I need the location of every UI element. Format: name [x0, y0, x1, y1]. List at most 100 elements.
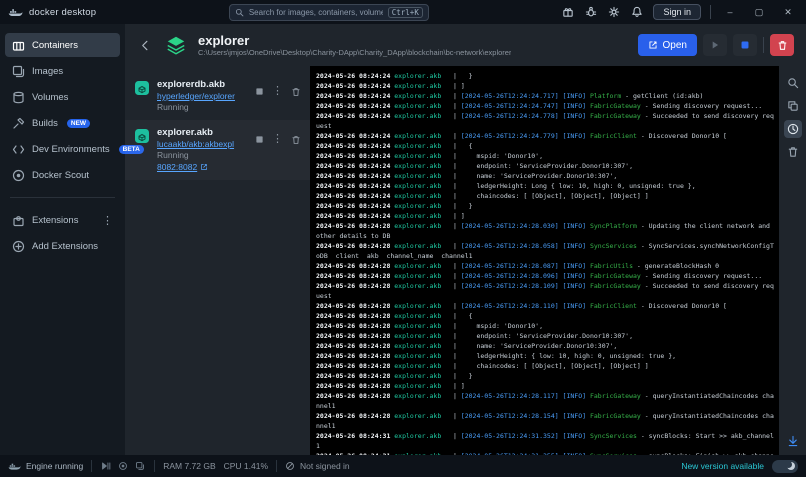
- not-signed-in-status[interactable]: Not signed in: [285, 461, 350, 471]
- images-icon: [12, 65, 25, 78]
- back-button[interactable]: [137, 37, 154, 54]
- kebab-menu-button[interactable]: ⋮: [272, 135, 283, 144]
- sidebar-item-label: Volumes: [32, 92, 68, 103]
- log-line: 2024-05-26 08:24:24 explorer.akb | ]: [316, 211, 776, 221]
- gear-icon[interactable]: [607, 5, 621, 19]
- bug-icon[interactable]: [584, 5, 598, 19]
- delete-button[interactable]: [770, 34, 794, 56]
- container-card-explorerdb[interactable]: explorerdb.akb hyperledger/explorer Runn…: [125, 72, 310, 120]
- builds-icon: [12, 117, 25, 130]
- kebab-menu-button[interactable]: ⋮: [272, 87, 283, 96]
- extensions-kebab-icon[interactable]: ⋮: [102, 214, 113, 227]
- scout-radar-icon: [12, 169, 25, 182]
- delete-container-button[interactable]: [291, 135, 301, 145]
- trash-icon: [777, 40, 788, 51]
- docker-logo: docker desktop: [8, 7, 96, 18]
- image-link[interactable]: lucaakb/akb:akbexpl: [157, 139, 234, 150]
- sidebar-item-containers[interactable]: Containers: [5, 33, 120, 57]
- log-line: 2024-05-26 08:24:24 explorer.akb | {: [316, 141, 776, 151]
- actions-divider: [763, 37, 764, 53]
- log-copy-button[interactable]: [784, 97, 802, 115]
- sidebar-item-docker-scout[interactable]: Docker Scout: [5, 163, 120, 187]
- layers-icon: [163, 32, 189, 58]
- titlebar: docker desktop Ctrl+K Sign in – ▢ ✕: [0, 0, 806, 24]
- sidebar-item-label: Containers: [32, 40, 78, 51]
- log-clear-button[interactable]: [784, 143, 802, 161]
- stop-icon: [255, 135, 264, 144]
- trash-icon: [291, 87, 301, 97]
- maximize-button[interactable]: ▢: [749, 7, 769, 18]
- stop-icon: [255, 87, 264, 96]
- log-line: 2024-05-26 08:24:24 explorer.akb | endpo…: [316, 161, 776, 171]
- sidebar-item-volumes[interactable]: Volumes: [5, 85, 120, 109]
- bell-icon[interactable]: [630, 5, 644, 19]
- sidebar-item-images[interactable]: Images: [5, 59, 120, 83]
- log-line: 2024-05-26 08:24:28 explorer.akb | [2024…: [316, 221, 776, 241]
- search-shortcut: Ctrl+K: [388, 7, 423, 18]
- statusbar-divider: [276, 460, 277, 472]
- log-line: 2024-05-26 08:24:24 explorer.akb | mspid…: [316, 151, 776, 161]
- statusbar-divider: [91, 460, 92, 472]
- sidebar-divider: [10, 197, 115, 198]
- search-icon: [235, 8, 244, 17]
- delete-container-button[interactable]: [291, 87, 301, 97]
- external-link-icon: [648, 40, 658, 50]
- stop-button[interactable]: [733, 34, 757, 56]
- project-path: C:\Users\jmjos\OneDrive\Desktop\Charity-…: [198, 48, 511, 57]
- log-search-button[interactable]: [784, 74, 802, 92]
- sidebar-item-builds[interactable]: Builds NEW: [5, 111, 120, 135]
- trash-icon: [787, 146, 799, 158]
- sidebar-item-add-extensions[interactable]: Add Extensions: [5, 234, 120, 258]
- moon-icon: [787, 462, 795, 470]
- gift-icon[interactable]: [561, 5, 575, 19]
- update-available-link[interactable]: New version available: [681, 461, 764, 471]
- log-line: 2024-05-26 08:24:28 explorer.akb | ledge…: [316, 351, 776, 361]
- stop-container-button[interactable]: [255, 87, 264, 96]
- log-line: 2024-05-26 08:24:24 explorer.akb | ledge…: [316, 181, 776, 191]
- port-link[interactable]: 8082:8082: [157, 161, 248, 173]
- slash-circle-icon: [285, 461, 295, 471]
- image-link[interactable]: hyperledger/explorer: [157, 91, 235, 102]
- log-line: 2024-05-26 08:24:24 explorer.akb | }: [316, 71, 776, 81]
- sidebar: Containers Images Volumes Builds NEW Dev…: [0, 24, 125, 455]
- theme-toggle[interactable]: [772, 460, 798, 473]
- scroll-to-bottom-button[interactable]: [787, 435, 799, 447]
- play-pause-icon[interactable]: [100, 461, 112, 471]
- log-line: 2024-05-26 08:24:24 explorer.akb | [2024…: [316, 101, 776, 111]
- trash-icon: [291, 135, 301, 145]
- stack-icon[interactable]: [134, 461, 146, 471]
- container-name: explorer.akb: [157, 127, 248, 139]
- search-input[interactable]: [249, 8, 383, 17]
- log-line: 2024-05-26 08:24:24 explorer.akb | [2024…: [316, 131, 776, 141]
- arrow-down-icon: [787, 435, 799, 447]
- stop-icon: [740, 40, 750, 50]
- whale-icon: [8, 7, 23, 18]
- container-list: explorerdb.akb hyperledger/explorer Runn…: [125, 66, 310, 455]
- log-line: 2024-05-26 08:24:28 explorer.akb | [2024…: [316, 411, 776, 431]
- search-bar[interactable]: Ctrl+K: [229, 4, 429, 21]
- stop-container-button[interactable]: [255, 135, 264, 144]
- play-icon: [710, 40, 720, 50]
- log-line: 2024-05-26 08:24:28 explorer.akb | [2024…: [316, 281, 776, 301]
- log-line: 2024-05-26 08:24:28 explorer.akb | chain…: [316, 361, 776, 371]
- container-card-explorer[interactable]: explorer.akb lucaakb/akb:akbexpl Running…: [125, 120, 310, 180]
- sidebar-item-label: Add Extensions: [32, 241, 98, 252]
- sidebar-item-extensions[interactable]: Extensions ⋮: [5, 208, 120, 232]
- log-line: 2024-05-26 08:24:28 explorer.akb | [2024…: [316, 301, 776, 311]
- record-dot-icon[interactable]: [117, 461, 129, 471]
- minimize-button[interactable]: –: [720, 7, 740, 17]
- engine-status[interactable]: Engine running: [8, 461, 83, 471]
- copy-icon: [787, 100, 799, 112]
- sidebar-item-dev-environments[interactable]: Dev Environments BETA: [5, 137, 120, 161]
- whale-icon: [8, 462, 21, 471]
- sign-in-button[interactable]: Sign in: [653, 4, 701, 20]
- log-timestamps-button[interactable]: [784, 120, 802, 138]
- close-button[interactable]: ✕: [778, 7, 798, 18]
- clock-icon: [787, 123, 799, 135]
- log-line: 2024-05-26 08:24:28 explorer.akb | mspid…: [316, 321, 776, 331]
- open-button[interactable]: Open: [638, 34, 697, 56]
- log-line: 2024-05-26 08:24:28 explorer.akb | name:…: [316, 341, 776, 351]
- start-button[interactable]: [703, 34, 727, 56]
- ram-usage: RAM 7.72 GB: [163, 461, 215, 471]
- container-name: explorerdb.akb: [157, 79, 248, 91]
